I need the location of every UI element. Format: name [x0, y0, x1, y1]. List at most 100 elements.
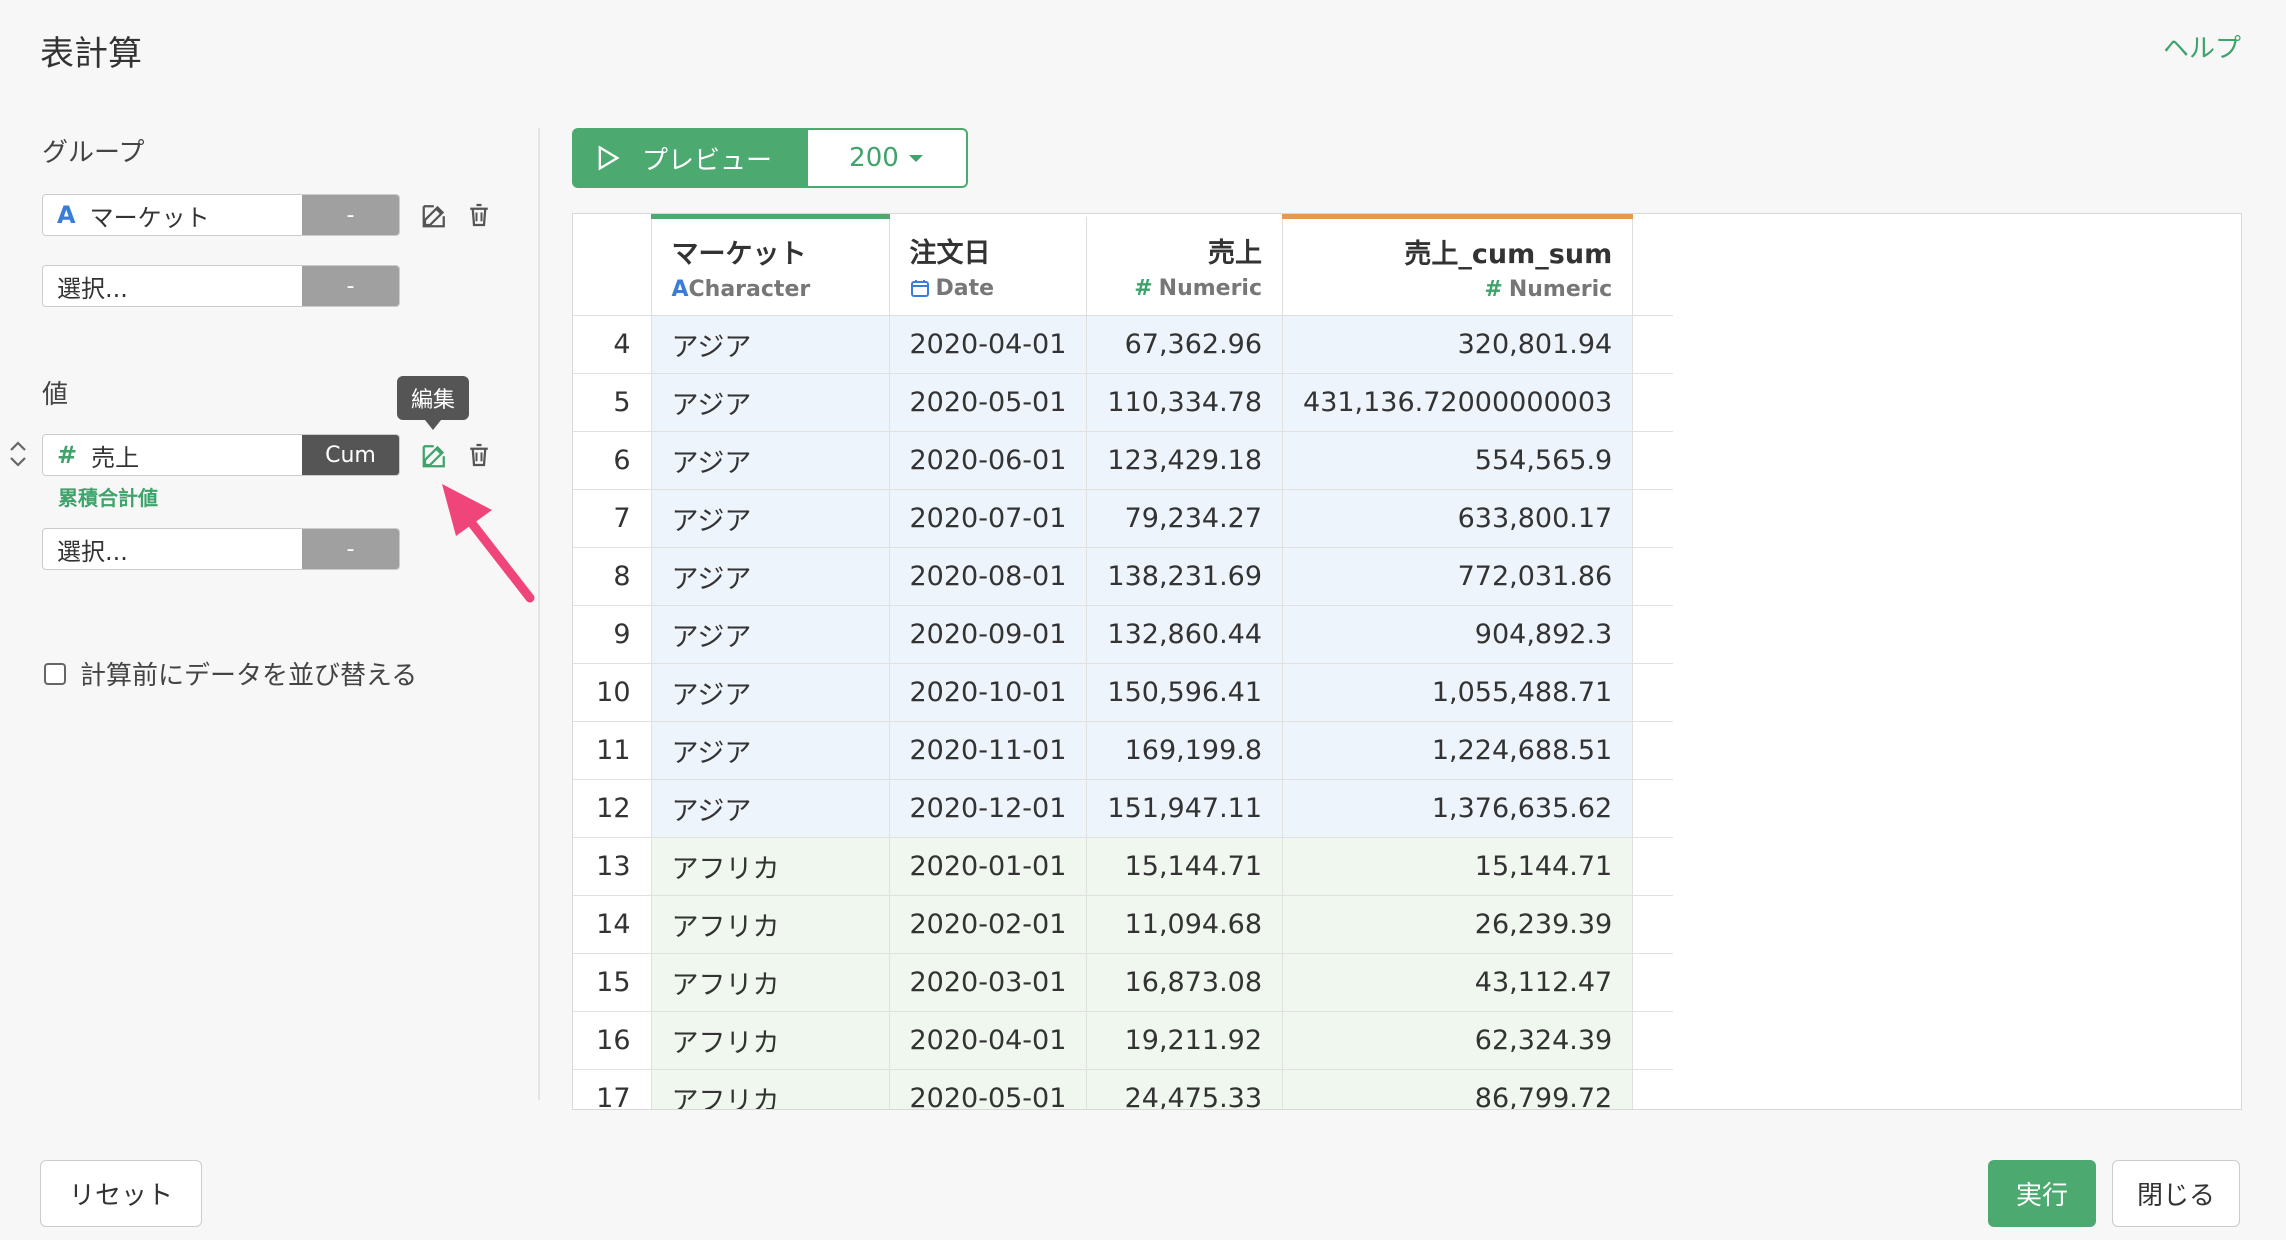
- column-name: 売上_cum_sum: [1404, 239, 1613, 270]
- table-row: 14 アフリカ 2020-02-01 11,094.68 26,239.39: [573, 895, 1674, 954]
- group-field-name: マーケット: [89, 203, 210, 232]
- preview-button[interactable]: プレビュー: [572, 128, 808, 188]
- cell-market: アフリカ: [651, 1011, 890, 1070]
- trash-icon[interactable]: [464, 440, 494, 470]
- table-row: 7 アジア 2020-07-01 79,234.27 633,800.17: [573, 489, 1674, 548]
- cell-market: アフリカ: [651, 1069, 890, 1109]
- cell-market: アジア: [651, 489, 890, 548]
- caret-down-icon: [908, 155, 923, 162]
- table-row: 13 アフリカ 2020-01-01 15,144.71 15,144.71: [573, 837, 1674, 896]
- cell-sales-cum-sum: 86,799.72: [1282, 1069, 1634, 1109]
- cell-sales-cum-sum: 320,801.94: [1282, 315, 1634, 374]
- table-row-filler: [1632, 721, 1674, 780]
- cell-sales-cum-sum: 431,136.72000000003: [1282, 373, 1634, 432]
- character-type-icon: A: [671, 277, 689, 302]
- cell-market: アジア: [651, 663, 890, 722]
- cell-order-date: 2020-12-01: [889, 779, 1088, 838]
- value-field-sublabel: 累積合計値: [58, 486, 158, 510]
- cell-sales-cum-sum: 904,892.3: [1282, 605, 1634, 664]
- preview-table[interactable]: マーケット ACharacter 注文日 Date 売上 # Numeric 売上…: [572, 213, 2242, 1110]
- close-button[interactable]: 閉じる: [2112, 1160, 2240, 1227]
- cell-order-date: 2020-11-01: [889, 721, 1088, 780]
- column-header-order-date[interactable]: 注文日 Date: [889, 216, 1088, 316]
- row-number: 5: [573, 373, 652, 432]
- cell-sales-cum-sum: 1,055,488.71: [1282, 663, 1634, 722]
- table-row-filler: [1632, 1011, 1674, 1070]
- character-type-icon: A: [57, 201, 76, 229]
- cell-market: アジア: [651, 721, 890, 780]
- sort-checkbox[interactable]: [44, 662, 66, 685]
- cell-sales-cum-sum: 62,324.39: [1282, 1011, 1634, 1070]
- cell-order-date: 2020-05-01: [889, 373, 1088, 432]
- table-row: 6 アジア 2020-06-01 123,429.18 554,565.9: [573, 431, 1674, 490]
- row-number: 9: [573, 605, 652, 664]
- value-select-dropdown[interactable]: 選択... -: [42, 528, 400, 570]
- column-type: Numeric: [1508, 277, 1613, 302]
- table-row-filler: [1632, 837, 1674, 896]
- table-header-filler: [1632, 216, 1674, 316]
- value-select-agg[interactable]: -: [302, 529, 399, 569]
- numeric-type-icon: #: [57, 441, 78, 469]
- numeric-type-icon: #: [1134, 275, 1153, 301]
- help-link[interactable]: ヘルプ: [2163, 28, 2241, 65]
- table-row-filler: [1632, 489, 1674, 548]
- calendar-icon: [910, 279, 929, 297]
- table-row-filler: [1632, 953, 1674, 1012]
- cell-market: アジア: [651, 431, 890, 490]
- cell-sales: 24,475.33: [1086, 1069, 1284, 1109]
- cell-order-date: 2020-09-01: [889, 605, 1088, 664]
- cell-market: アフリカ: [651, 895, 890, 954]
- cell-sales-cum-sum: 26,239.39: [1282, 895, 1634, 954]
- cell-sales: 11,094.68: [1086, 895, 1284, 954]
- table-row: 11 アジア 2020-11-01 169,199.8 1,224,688.51: [573, 721, 1674, 780]
- cell-sales-cum-sum: 15,144.71: [1282, 837, 1634, 896]
- column-header-sales[interactable]: 売上 # Numeric: [1086, 216, 1284, 316]
- sort-before-calc-option[interactable]: 計算前にデータを並び替える: [44, 655, 417, 692]
- edit-icon[interactable]: [420, 200, 450, 230]
- table-row: 16 アフリカ 2020-04-01 19,211.92 62,324.39: [573, 1011, 1674, 1070]
- cell-order-date: 2020-08-01: [889, 547, 1088, 606]
- trash-icon[interactable]: [464, 200, 494, 230]
- cell-order-date: 2020-07-01: [889, 489, 1088, 548]
- cell-order-date: 2020-06-01: [889, 431, 1088, 490]
- group-select-placeholder: 選択...: [57, 274, 128, 303]
- cell-sales: 19,211.92: [1086, 1011, 1284, 1070]
- column-name: マーケット: [671, 239, 807, 270]
- cell-order-date: 2020-10-01: [889, 663, 1088, 722]
- group-field-agg-dropdown[interactable]: -: [302, 195, 399, 235]
- cell-sales-cum-sum: 633,800.17: [1282, 489, 1634, 548]
- reset-button[interactable]: リセット: [40, 1160, 202, 1227]
- cell-market: アジア: [651, 315, 890, 374]
- play-icon: [598, 145, 620, 171]
- cell-market: アジア: [651, 605, 890, 664]
- cell-sales-cum-sum: 1,376,635.62: [1282, 779, 1634, 838]
- preview-count-dropdown[interactable]: 200: [808, 128, 968, 188]
- run-button[interactable]: 実行: [1988, 1160, 2096, 1227]
- table-row-filler: [1632, 315, 1674, 374]
- edit-tooltip: 編集: [397, 376, 470, 430]
- group-select-dropdown[interactable]: 選択... -: [42, 265, 400, 307]
- value-field-selector[interactable]: # 売上 Cum: [42, 434, 400, 476]
- table-row: 10 アジア 2020-10-01 150,596.41 1,055,488.71: [573, 663, 1674, 722]
- table-row-filler: [1632, 373, 1674, 432]
- column-type: Character: [688, 277, 811, 302]
- cell-order-date: 2020-03-01: [889, 953, 1088, 1012]
- table-row-filler: [1632, 663, 1674, 722]
- column-header-sales-cum-sum[interactable]: 売上_cum_sum # Numeric: [1282, 214, 1634, 316]
- cell-order-date: 2020-04-01: [889, 315, 1088, 374]
- cell-sales: 15,144.71: [1086, 837, 1284, 896]
- cell-sales-cum-sum: 43,112.47: [1282, 953, 1634, 1012]
- column-header-market[interactable]: マーケット ACharacter: [651, 214, 890, 316]
- group-select-agg[interactable]: -: [302, 266, 399, 306]
- numeric-type-icon: #: [1484, 277, 1503, 302]
- value-field-agg-dropdown[interactable]: Cum: [302, 435, 399, 475]
- edit-icon[interactable]: [420, 440, 450, 470]
- drag-handle-icon[interactable]: [8, 440, 28, 468]
- table-row-filler: [1632, 431, 1674, 490]
- group-field-selector[interactable]: A マーケット -: [42, 194, 400, 236]
- table-row-filler: [1632, 605, 1674, 664]
- row-number: 8: [573, 547, 652, 606]
- table-row: 8 アジア 2020-08-01 138,231.69 772,031.86: [573, 547, 1674, 606]
- cell-sales: 16,873.08: [1086, 953, 1284, 1012]
- cell-sales: 123,429.18: [1086, 431, 1284, 490]
